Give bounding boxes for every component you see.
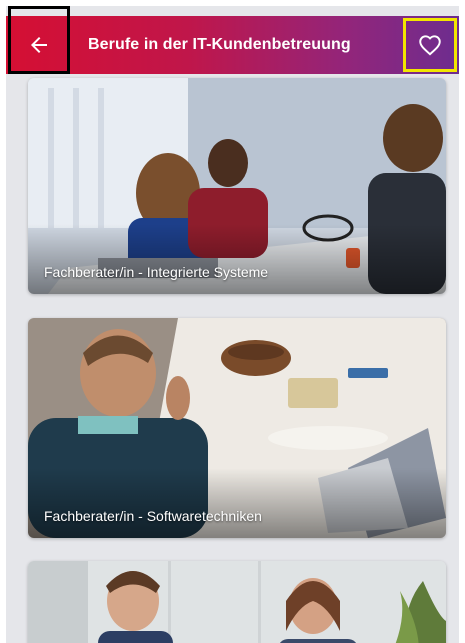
card-shade bbox=[28, 468, 446, 538]
career-card[interactable]: Fachberater/in - Softwaretechniken bbox=[28, 318, 446, 538]
page-title: Berufe in der IT-Kundenbetreuung bbox=[88, 36, 351, 53]
arrow-left-icon bbox=[31, 37, 47, 53]
career-label: Fachberater/in - Softwaretechniken bbox=[44, 508, 262, 524]
back-button[interactable] bbox=[8, 6, 70, 74]
app-bar: Berufe in der IT-Kundenbetreuung bbox=[6, 6, 459, 74]
career-label: Fachberater/in - Integrierte Systeme bbox=[44, 264, 269, 280]
app-screen: Berufe in der IT-Kundenbetreuung Fachber… bbox=[6, 6, 459, 643]
career-card[interactable]: Fachberater/in - Integrierte Systeme bbox=[28, 78, 446, 294]
career-card[interactable] bbox=[28, 561, 446, 643]
career-photo bbox=[28, 561, 446, 643]
heart-outline-icon bbox=[419, 35, 441, 56]
card-shade bbox=[28, 224, 446, 294]
favorite-button[interactable] bbox=[403, 18, 457, 72]
